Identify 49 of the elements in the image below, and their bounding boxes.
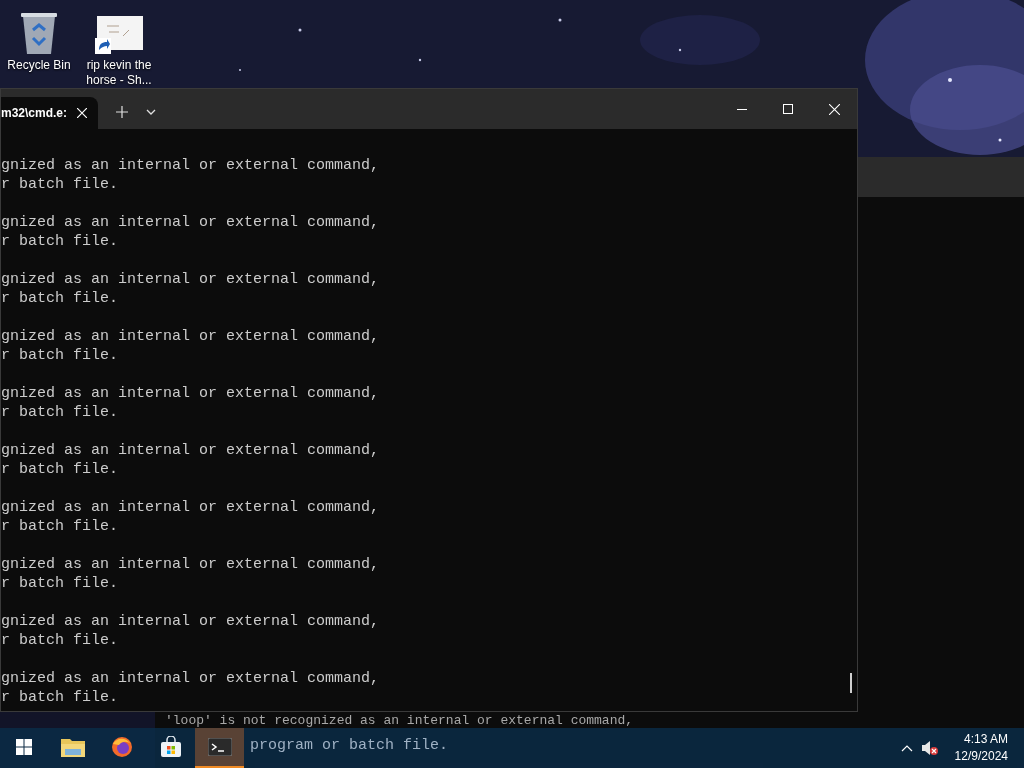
clock-time: 4:13 AM	[963, 731, 1008, 748]
close-icon	[828, 103, 840, 115]
terminal-line: r batch file.	[1, 574, 120, 593]
desktop-icon[interactable]: Recycle Bin	[2, 6, 76, 88]
terminal-line: gnized as an internal or external command,	[1, 612, 380, 631]
terminal-line: gnized as an internal or external command,	[1, 441, 380, 460]
terminal-line: r batch file.	[1, 517, 120, 536]
terminal-tab[interactable]: m32\cmd.e:	[1, 97, 98, 129]
shopping-bag-icon	[159, 736, 182, 758]
terminal-icon	[207, 738, 232, 756]
terminal-line: program or batch file.	[250, 736, 449, 755]
terminal-line: r batch file.	[1, 346, 120, 365]
terminal-line: gnized as an internal or external command,	[1, 669, 380, 688]
taskbar-button[interactable]	[195, 728, 244, 768]
terminal-line: r batch file.	[1, 688, 120, 707]
scrollbar-thumb[interactable]	[850, 673, 852, 693]
tab-close-button[interactable]	[74, 105, 90, 121]
chevron-down-icon	[146, 109, 156, 115]
close-icon	[77, 108, 87, 118]
plus-icon	[116, 106, 128, 118]
terminal-line: gnized as an internal or external command,	[1, 498, 380, 517]
terminal-line: gnized as an internal or external command,	[1, 156, 380, 175]
icon-label: rip kevin the horse - Sh...	[85, 58, 153, 88]
windows-logo-icon	[16, 739, 32, 755]
terminal-line: gnized as an internal or external command,	[1, 555, 380, 574]
browser-globe-icon	[110, 736, 133, 758]
terminal-line: 'loop' is not recognized as an internal or external command,	[165, 714, 634, 728]
tab-title: m32\cmd.e:	[1, 105, 68, 122]
terminal-line: gnized as an internal or external command,	[1, 213, 380, 232]
icon-label: Recycle Bin	[7, 58, 71, 73]
clock[interactable]: 4:13 AM 12/9/2024	[954, 731, 1008, 765]
terminal-line: gnized as an internal or external command,	[1, 384, 380, 403]
shortcut-file-icon	[95, 16, 143, 56]
folder-icon	[60, 737, 85, 757]
muted-speaker-icon	[920, 740, 939, 756]
desktop-icon[interactable]: rip kevin the horse - Sh...	[82, 6, 156, 88]
terminal-line: r batch file.	[1, 403, 120, 422]
minimize-icon	[737, 108, 747, 110]
terminal-line: r batch file.	[1, 289, 120, 308]
terminal-line: r batch file.	[1, 631, 120, 650]
terminal-line: gnized as an internal or external command,	[1, 270, 380, 289]
recycle-bin-icon	[19, 10, 59, 56]
terminal-line: gnized as an internal or external command,	[1, 327, 380, 346]
chevron-up-icon	[900, 744, 913, 752]
terminal-line: r batch file.	[1, 232, 120, 251]
clock-date: 12/9/2024	[954, 748, 1008, 765]
terminal-line: r batch file.	[1, 175, 120, 194]
maximize-icon	[783, 104, 793, 114]
terminal-line: r batch file.	[1, 460, 120, 479]
